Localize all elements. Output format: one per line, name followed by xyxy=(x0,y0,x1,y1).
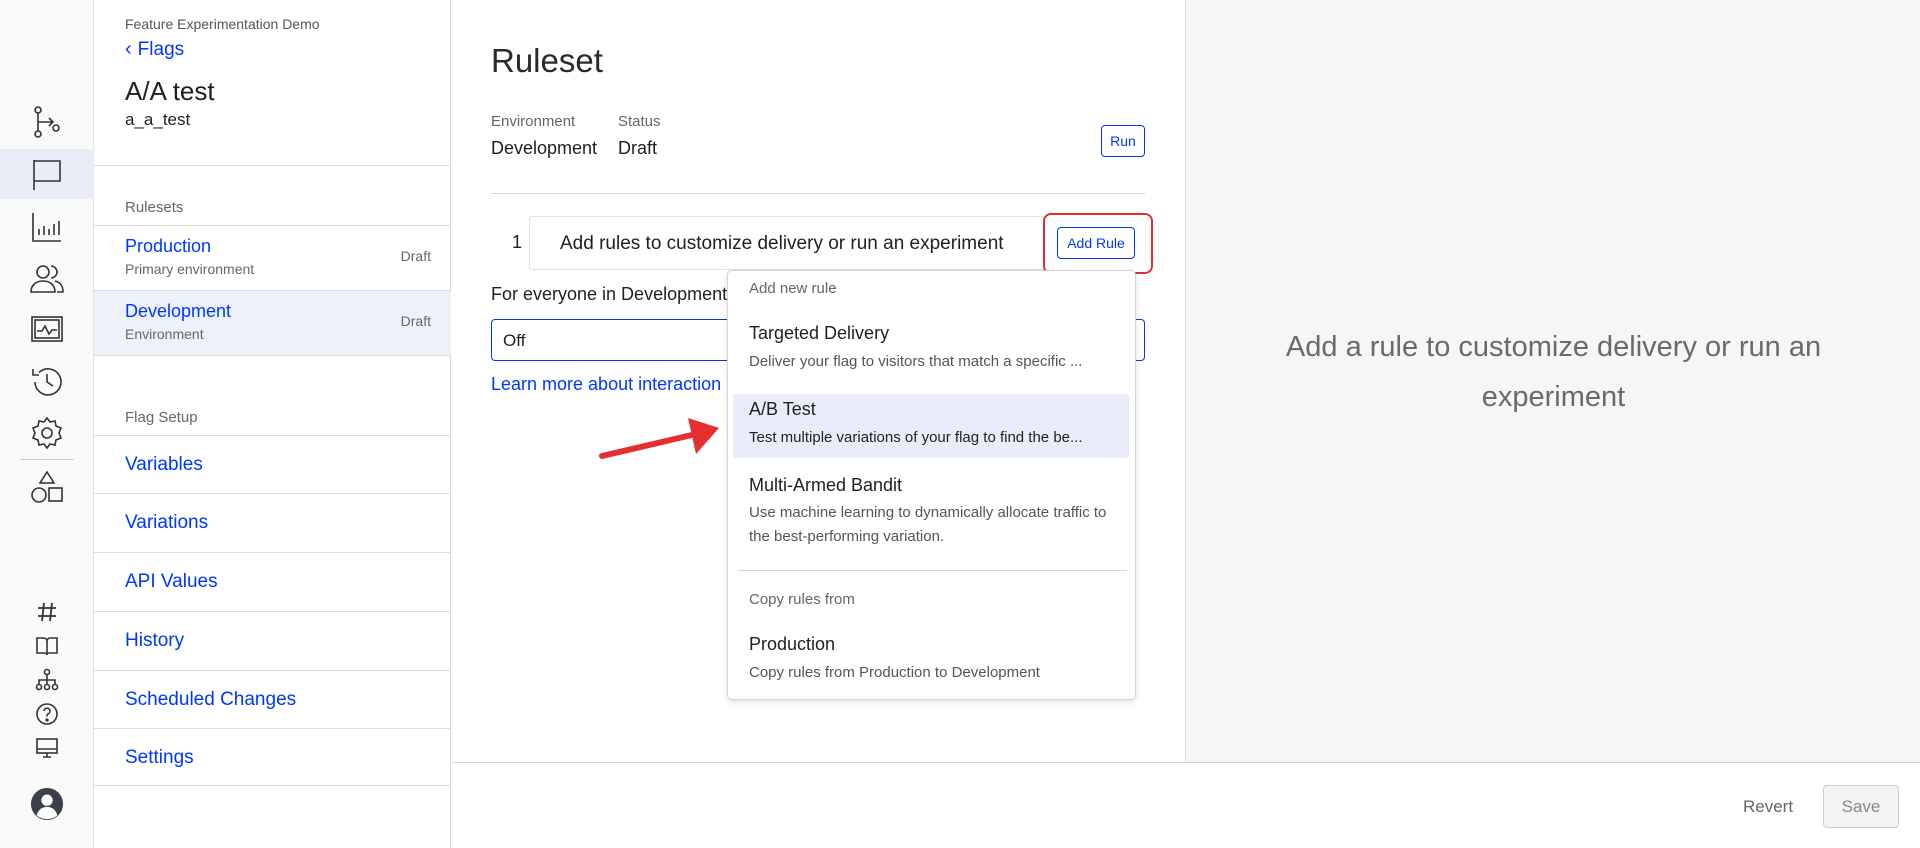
setup-item-label: API Values xyxy=(125,571,218,592)
add-rule-button[interactable]: Add Rule xyxy=(1057,227,1135,259)
option-title: Production xyxy=(749,634,836,654)
dropdown-option-ab-test[interactable]: A/B Test Test multiple variations of you… xyxy=(733,394,1129,458)
flag-setup-heading: Flag Setup xyxy=(125,409,198,426)
save-button[interactable]: Save xyxy=(1823,785,1899,828)
status-label: Status xyxy=(618,113,661,130)
ruleset-name: Production xyxy=(125,236,212,256)
ruleset-status: Draft xyxy=(400,313,431,329)
add-rule-dropdown: Add new rule Targeted Delivery Deliver y… xyxy=(727,270,1136,700)
option-description: Copy rules from Production to Developmen… xyxy=(749,664,1040,681)
setup-item-label: Variables xyxy=(125,454,203,475)
option-title: A/B Test xyxy=(749,399,816,419)
shapes-icon[interactable] xyxy=(0,462,94,512)
ruleset-status: Draft xyxy=(400,248,431,264)
option-description: Test multiple variations of your flag to… xyxy=(749,429,1083,446)
ruleset-name: Development xyxy=(125,301,232,321)
setup-item-label: Variations xyxy=(125,512,209,533)
bar-chart-icon[interactable] xyxy=(0,202,94,252)
page-title: Ruleset xyxy=(491,42,603,79)
setup-item-variables[interactable]: Variables xyxy=(94,435,451,493)
rulesets-heading: Rulesets xyxy=(125,199,184,216)
rule-number: 1 xyxy=(512,232,523,252)
setup-item-label: Settings xyxy=(125,747,194,768)
book-icon[interactable] xyxy=(0,631,94,661)
option-title: Multi-Armed Bandit xyxy=(749,475,903,495)
icon-rail xyxy=(0,0,94,848)
ruleset-item-development[interactable]: Development Environment Draft xyxy=(94,291,451,355)
option-description: Use machine learning to dynamically allo… xyxy=(749,504,1107,545)
rail-divider xyxy=(20,459,74,460)
empty-state-message: Add a rule to customize delivery or run … xyxy=(1285,331,1822,413)
annotation-arrow-icon xyxy=(599,418,719,459)
avatar-icon[interactable] xyxy=(0,786,94,822)
flow-icon[interactable] xyxy=(0,97,94,147)
back-link-label: Flags xyxy=(137,38,185,60)
footer-bar: Revert Save xyxy=(452,762,1920,848)
option-description: Deliver your flag to visitors that match… xyxy=(749,353,1083,370)
flag-title: A/A test xyxy=(125,76,215,106)
learn-more-link[interactable]: Learn more about interaction xyxy=(491,374,721,395)
setup-item-variations[interactable]: Variations xyxy=(94,493,451,551)
environment-value: Development xyxy=(491,138,598,158)
monitor-chart-icon[interactable] xyxy=(0,305,94,355)
select-value: Off xyxy=(503,331,526,350)
desktop-icon[interactable] xyxy=(0,733,94,763)
dropdown-heading-new-rule: Add new rule xyxy=(749,280,837,297)
hierarchy-icon[interactable] xyxy=(0,665,94,695)
dropdown-option-multi-armed-bandit[interactable]: Multi-Armed Bandit Use machine learning … xyxy=(733,469,1129,561)
divider xyxy=(94,355,451,356)
dropdown-heading-copy: Copy rules from xyxy=(749,591,855,608)
rule-detail-panel: Add a rule to customize delivery or run … xyxy=(1185,0,1920,762)
chevron-left-icon: ‹ xyxy=(125,38,132,60)
dropdown-option-copy-production[interactable]: Production Copy rules from Production to… xyxy=(733,628,1129,692)
divider xyxy=(94,165,451,166)
users-icon[interactable] xyxy=(0,254,94,304)
flag-sidebar: Feature Experimentation Demo ‹ Flags A/A… xyxy=(94,0,451,848)
back-to-flags-link[interactable]: ‹ Flags xyxy=(125,38,184,61)
hash-icon[interactable] xyxy=(0,597,94,627)
rule-placeholder-text: Add rules to customize delivery or run a… xyxy=(560,233,1004,254)
rule-placeholder-box: Add rules to customize delivery or run a… xyxy=(529,216,1045,270)
option-title: Targeted Delivery xyxy=(749,323,890,343)
project-name: Feature Experimentation Demo xyxy=(125,16,320,32)
status-value: Draft xyxy=(618,138,658,158)
ruleset-sub: Primary environment xyxy=(125,261,255,277)
flag-key: a_a_test xyxy=(125,110,191,129)
setup-item-label: Scheduled Changes xyxy=(125,689,297,710)
flag-icon[interactable] xyxy=(0,149,94,199)
history-icon[interactable] xyxy=(0,357,94,407)
help-icon[interactable] xyxy=(0,699,94,729)
ruleset-sub: Environment xyxy=(125,326,204,342)
dropdown-option-targeted-delivery[interactable]: Targeted Delivery Deliver your flag to v… xyxy=(733,317,1129,381)
run-button[interactable]: Run xyxy=(1101,125,1145,157)
setup-item-settings[interactable]: Settings xyxy=(94,728,451,786)
gear-icon[interactable] xyxy=(0,408,94,458)
everyone-label: For everyone in Development xyxy=(491,284,728,304)
dropdown-divider xyxy=(738,570,1127,571)
environment-label: Environment xyxy=(491,113,576,130)
setup-item-history[interactable]: History xyxy=(94,611,451,669)
divider xyxy=(491,193,1145,194)
ruleset-item-production[interactable]: Production Primary environment Draft xyxy=(94,226,451,290)
setup-item-api-values[interactable]: API Values xyxy=(94,552,451,610)
setup-item-label: History xyxy=(125,630,185,651)
setup-item-scheduled-changes[interactable]: Scheduled Changes xyxy=(94,670,451,728)
revert-button[interactable]: Revert xyxy=(1743,797,1793,817)
